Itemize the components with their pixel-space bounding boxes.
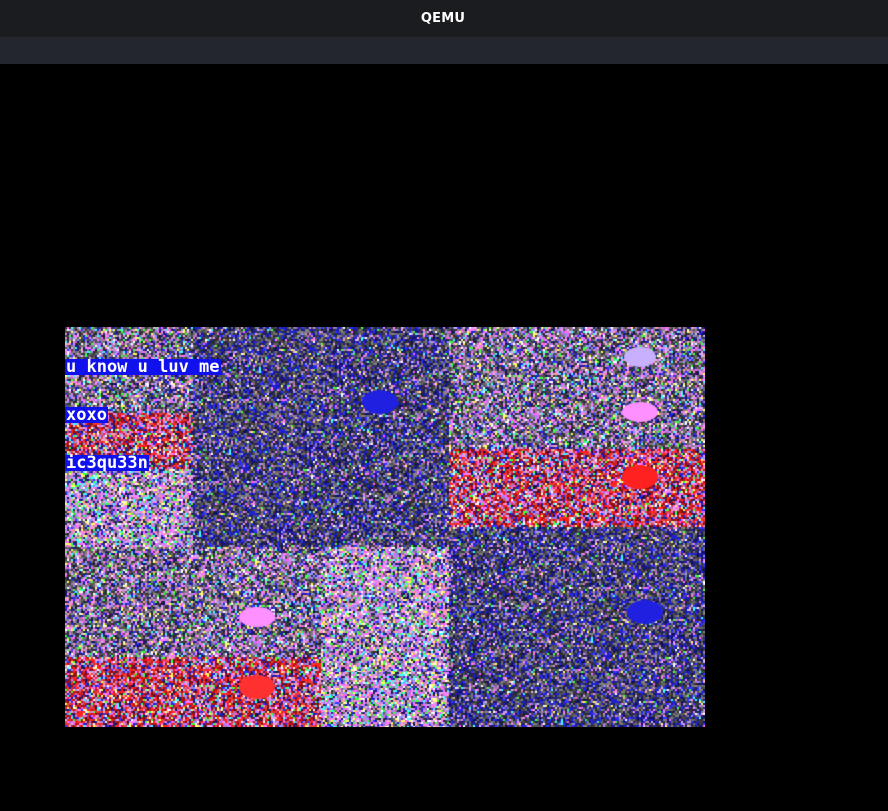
- window-title: QEMU: [420, 11, 466, 26]
- menu-bar[interactable]: [0, 37, 888, 64]
- message-line-3: ic3qu33n: [65, 453, 149, 473]
- guest-message: u know u luv me xoxo ic3qu33n: [65, 327, 221, 503]
- window-titlebar[interactable]: QEMU: [0, 0, 888, 37]
- guest-screen[interactable]: u know u luv me xoxo ic3qu33n: [65, 327, 705, 727]
- message-line-2: xoxo: [65, 405, 108, 425]
- vm-display[interactable]: u know u luv me xoxo ic3qu33n: [0, 64, 888, 811]
- message-line-1: u know u luv me: [65, 357, 221, 377]
